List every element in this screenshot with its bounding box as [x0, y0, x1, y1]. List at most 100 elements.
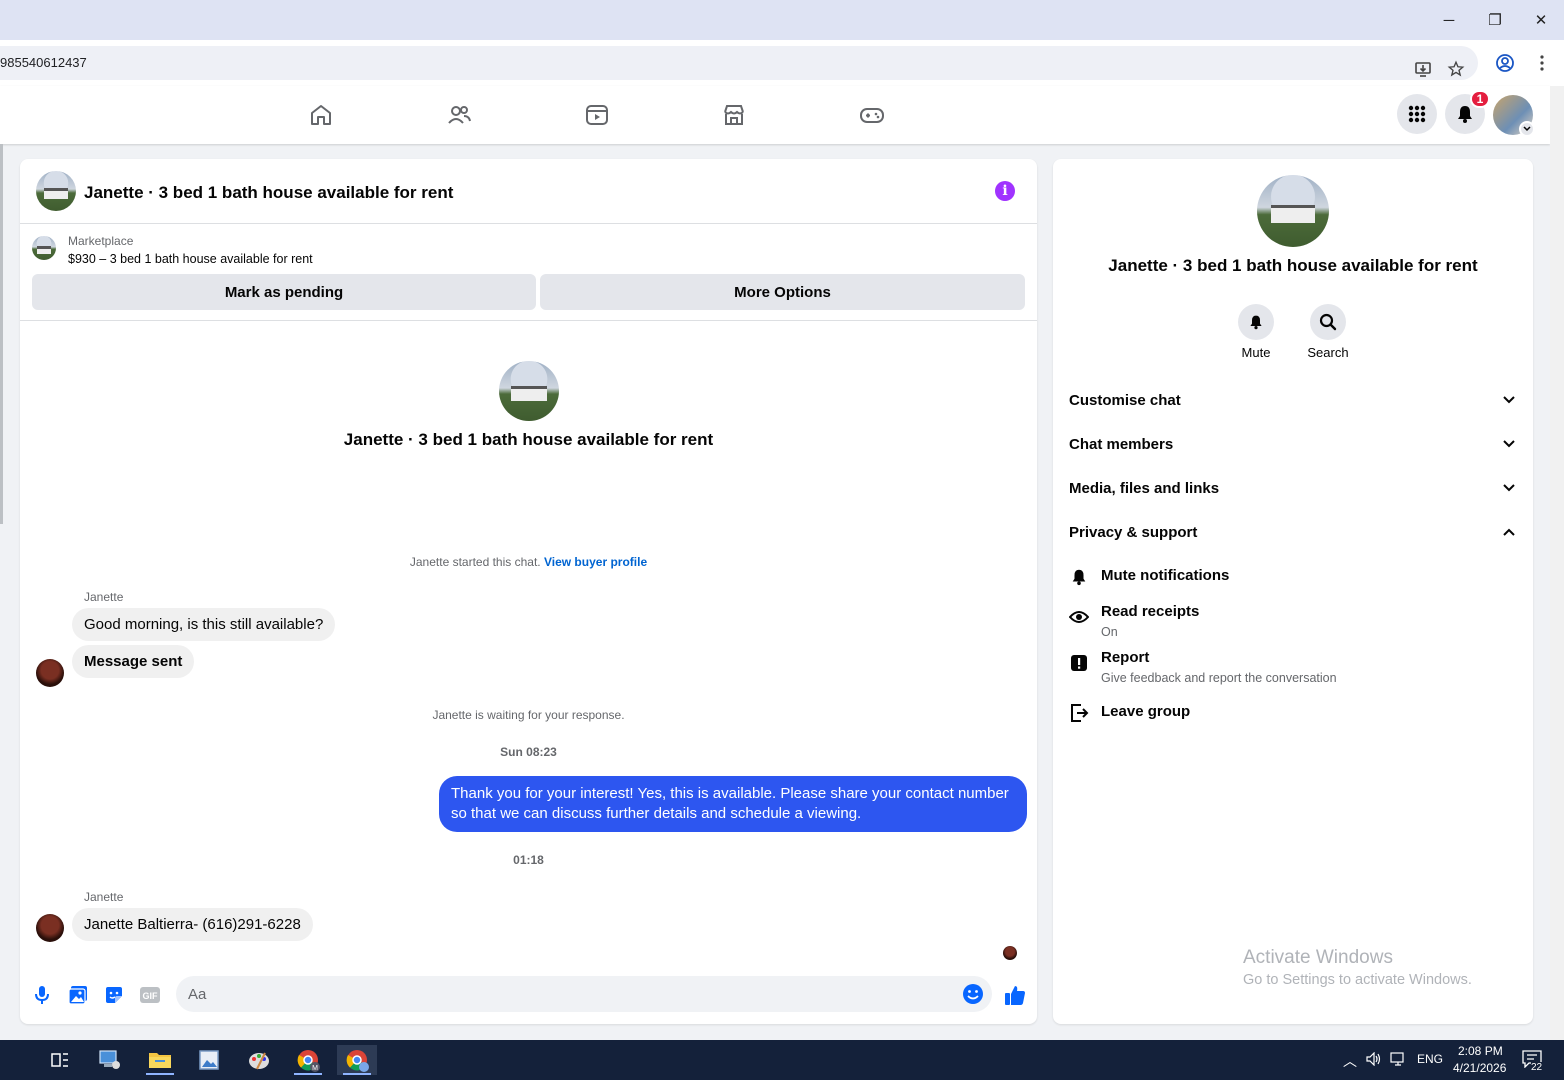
task-view-icon[interactable]	[40, 1045, 80, 1075]
leave-group-option[interactable]: Leave group	[1101, 703, 1190, 720]
bookmark-star-icon[interactable]	[1446, 59, 1466, 79]
clock-time[interactable]: 2:08 PM	[1458, 1044, 1503, 1058]
friends-icon[interactable]	[444, 100, 474, 130]
read-receipts-option[interactable]: Read receipts	[1101, 603, 1199, 620]
activate-windows-title: Activate Windows	[1243, 947, 1393, 968]
sender-name: Janette	[84, 890, 124, 904]
account-icon[interactable]	[1495, 53, 1515, 73]
photo-icon[interactable]	[66, 983, 90, 1007]
notification-count: 22	[1531, 1062, 1543, 1073]
left-panel-edge	[0, 144, 3, 524]
outgoing-message[interactable]: Thank you for your interest! Yes, this i…	[439, 776, 1027, 832]
restore-button[interactable]: ❐	[1480, 8, 1510, 32]
search-label: Search	[1307, 345, 1349, 360]
message-input[interactable]: Aa	[176, 976, 992, 1012]
sender-avatar[interactable]	[36, 914, 64, 942]
gaming-icon[interactable]	[857, 100, 887, 130]
listing-title[interactable]: $930 – 3 bed 1 bath house available for …	[68, 252, 313, 266]
file-explorer-icon[interactable]	[140, 1045, 180, 1075]
more-options-button[interactable]: More Options	[540, 274, 1025, 310]
chevron-down-icon[interactable]	[1499, 434, 1519, 454]
report-icon	[1069, 653, 1089, 673]
chevron-up-icon[interactable]	[1499, 522, 1519, 542]
report-option[interactable]: Report	[1101, 649, 1149, 666]
waiting-notice: Janette is waiting for your response.	[432, 708, 625, 722]
sender-name: Janette	[84, 590, 124, 604]
view-buyer-profile-link[interactable]: View buyer profile	[544, 555, 647, 569]
chat-panel: Janette · 3 bed 1 bath house available f…	[20, 159, 1037, 1024]
emoji-icon[interactable]	[962, 983, 984, 1010]
network-computer-icon[interactable]	[90, 1045, 130, 1075]
chrome-profile-m-icon[interactable]: M	[288, 1045, 328, 1075]
sticker-icon[interactable]	[102, 983, 126, 1007]
chat-started-text: Janette started this chat.	[409, 555, 541, 569]
customise-chat-section[interactable]: Customise chat	[1069, 388, 1519, 412]
section-label: Chat members	[1069, 435, 1174, 453]
menu-grid-icon[interactable]	[1397, 94, 1437, 134]
media-files-links-section[interactable]: Media, files and links	[1069, 476, 1519, 500]
conversation-avatar	[499, 361, 559, 421]
chevron-down-icon[interactable]	[1499, 478, 1519, 498]
clock-date[interactable]: 4/21/2026	[1453, 1061, 1506, 1075]
microphone-icon[interactable]	[30, 983, 54, 1007]
section-label: Privacy & support	[1069, 523, 1198, 541]
marketplace-icon[interactable]	[719, 100, 749, 130]
search-button[interactable]	[1310, 304, 1346, 340]
gif-icon[interactable]: GIF	[138, 983, 162, 1007]
mute-button[interactable]	[1238, 304, 1274, 340]
address-bar[interactable]: 985540612437	[0, 46, 1478, 80]
notification-badge: 1	[1470, 90, 1490, 108]
photos-app-icon[interactable]	[189, 1045, 229, 1075]
paint-app-icon[interactable]	[239, 1045, 279, 1075]
minimize-button[interactable]: ─	[1434, 8, 1464, 32]
thumbs-up-icon[interactable]	[1003, 983, 1027, 1007]
tray-chevron-up-icon[interactable]: ︿	[1343, 1051, 1357, 1071]
leave-group-icon	[1069, 703, 1089, 723]
section-label: Customise chat	[1069, 391, 1181, 409]
conversation-name: Janette · 3 bed 1 bath house available f…	[343, 430, 714, 449]
chevron-down-icon[interactable]	[1519, 121, 1535, 137]
language-indicator[interactable]: ENG	[1417, 1052, 1443, 1066]
chat-avatar[interactable]	[36, 171, 76, 211]
active-indicator	[343, 1073, 371, 1075]
home-icon[interactable]	[306, 100, 336, 130]
report-description: Give feedback and report the conversatio…	[1101, 671, 1337, 685]
chat-members-section[interactable]: Chat members	[1069, 432, 1519, 456]
sender-avatar[interactable]	[36, 659, 64, 687]
active-indicator	[294, 1073, 322, 1075]
page-scrollbar[interactable]	[1550, 86, 1564, 1040]
message-timestamp: 01:18	[513, 853, 544, 867]
incoming-message[interactable]: Janette Baltierra- (616)291-6228	[72, 908, 313, 941]
incoming-message[interactable]: Good morning, is this still available?	[72, 608, 336, 641]
chat-header: Janette · 3 bed 1 bath house available f…	[20, 159, 1037, 224]
watch-icon[interactable]	[582, 100, 612, 130]
close-window-button[interactable]: ✕	[1526, 8, 1556, 32]
url-text[interactable]: 985540612437	[0, 55, 87, 70]
message-input-placeholder: Aa	[188, 986, 207, 1003]
browser-menu-icon[interactable]	[1532, 53, 1552, 73]
chrome-active-window-icon[interactable]	[337, 1045, 377, 1075]
message-sent-bubble[interactable]: Message sent	[72, 645, 195, 678]
message-timestamp: Sun 08:23	[500, 745, 557, 759]
volume-icon[interactable]	[1366, 1051, 1382, 1069]
info-name: Janette · 3 bed 1 bath house available f…	[1108, 256, 1478, 275]
install-app-icon[interactable]	[1413, 59, 1433, 79]
eye-icon	[1069, 607, 1089, 627]
listing-thumbnail	[32, 236, 56, 260]
section-label: Media, files and links	[1069, 479, 1220, 497]
info-avatar[interactable]	[1257, 175, 1329, 247]
chat-title[interactable]: Janette · 3 bed 1 bath house available f…	[84, 183, 453, 203]
address-bar-row: 985540612437	[0, 40, 1564, 86]
chat-started-notice: Janette started this chat. View buyer pr…	[20, 555, 1037, 569]
info-icon[interactable]: i	[995, 181, 1015, 201]
mark-as-pending-button[interactable]: Mark as pending	[32, 274, 536, 310]
privacy-support-section[interactable]: Privacy & support	[1069, 520, 1519, 544]
mute-notifications-option[interactable]: Mute notifications	[1101, 567, 1229, 584]
svg-text:GIF: GIF	[143, 991, 159, 1001]
activate-windows-subtitle: Go to Settings to activate Windows.	[1243, 972, 1472, 988]
chevron-down-icon[interactable]	[1499, 390, 1519, 410]
svg-text:M: M	[312, 1065, 318, 1072]
read-receipts-status: On	[1101, 625, 1118, 639]
network-icon[interactable]	[1390, 1052, 1408, 1069]
conversation-info-panel: Janette · 3 bed 1 bath house available f…	[1053, 159, 1533, 1024]
